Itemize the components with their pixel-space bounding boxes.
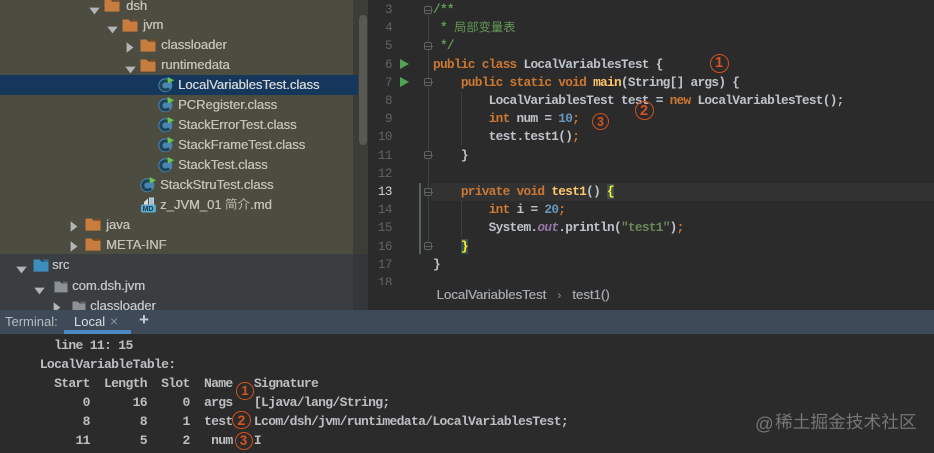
svg-text:MD: MD [143,206,154,213]
